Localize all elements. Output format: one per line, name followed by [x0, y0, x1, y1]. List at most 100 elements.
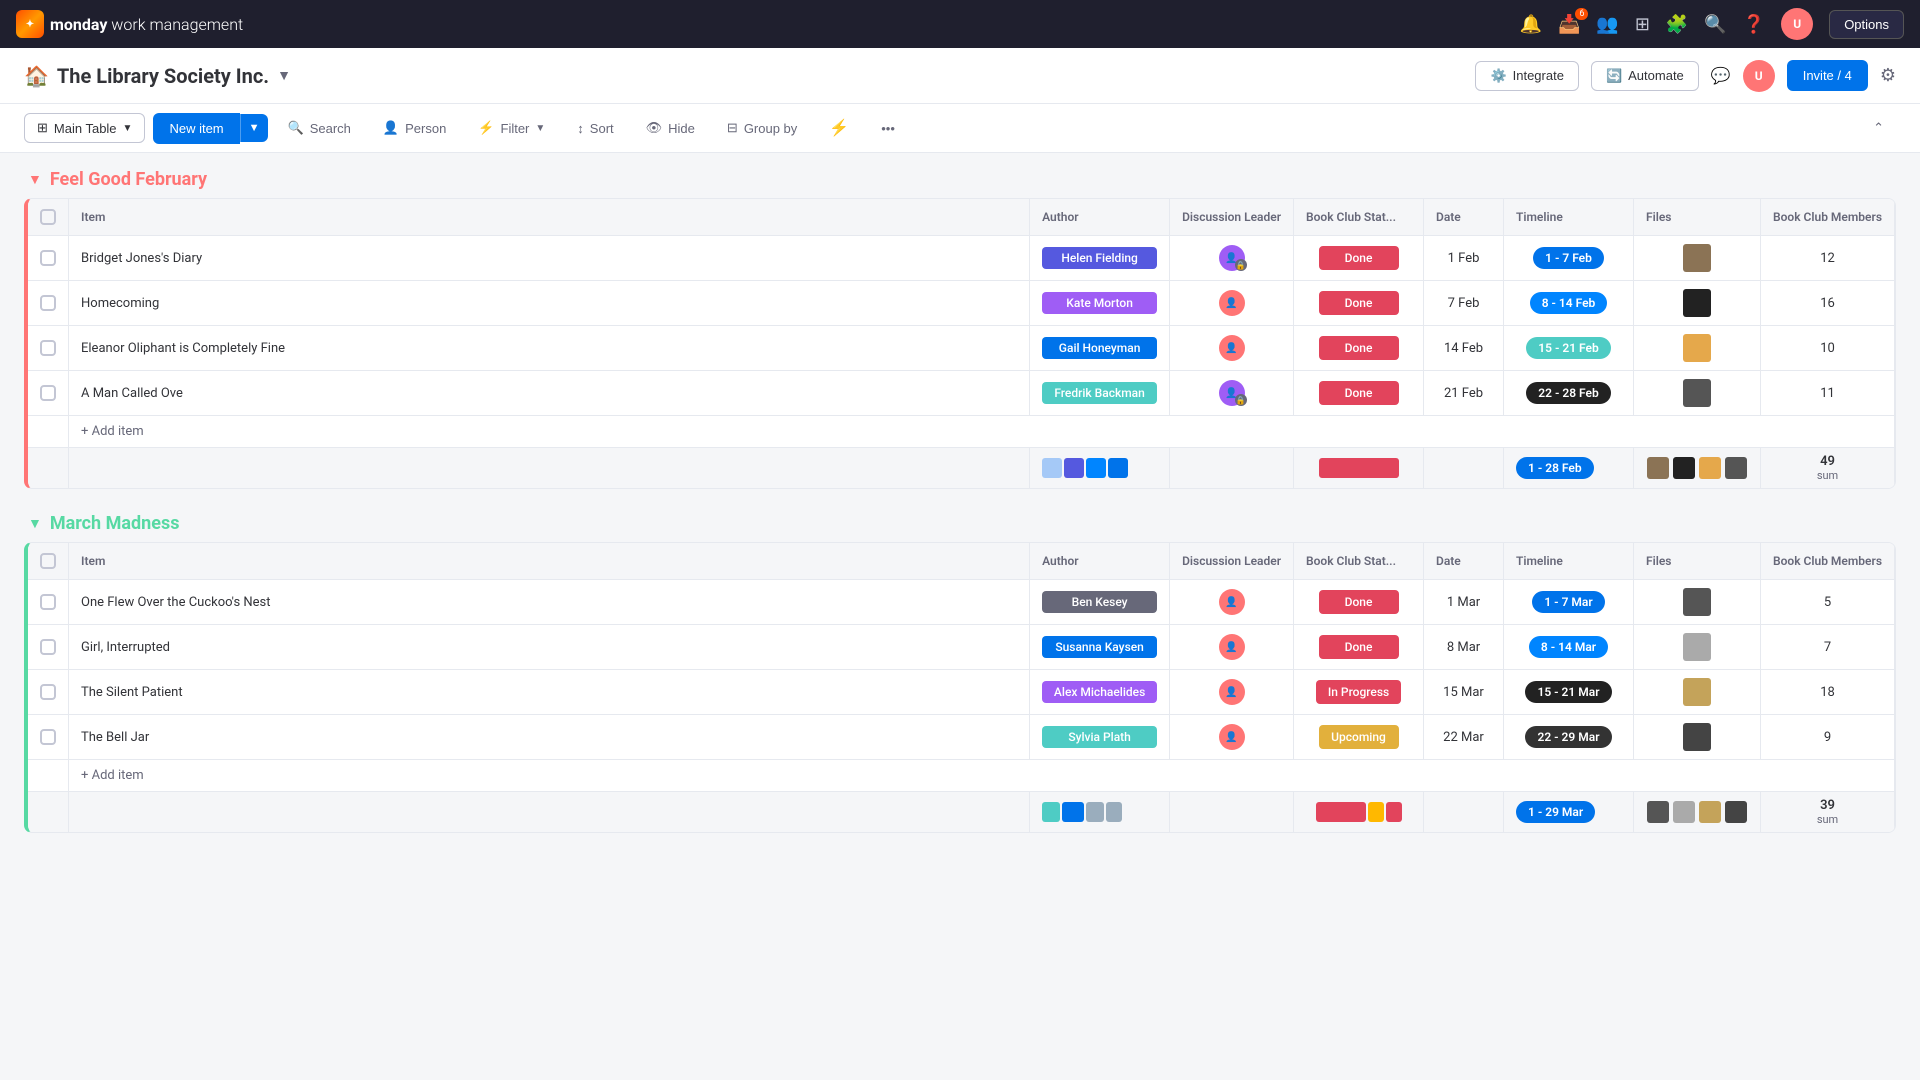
help-icon[interactable]: ❓ — [1743, 14, 1765, 35]
row-item[interactable]: Girl, Interrupted ⊕ — [69, 625, 1030, 670]
col-author-header[interactable]: Author — [1030, 199, 1170, 236]
row-timeline[interactable]: 22 - 29 Mar — [1504, 715, 1634, 760]
col-files-header-mar[interactable]: Files — [1634, 543, 1761, 580]
author-pill[interactable]: Sylvia Plath — [1042, 726, 1157, 748]
puzzle-icon[interactable]: 🧩 — [1666, 14, 1688, 35]
select-all-mar[interactable] — [40, 553, 56, 569]
file-thumbnail[interactable] — [1683, 244, 1711, 272]
search-icon[interactable]: 🔍 — [1704, 14, 1726, 35]
row-item[interactable]: Homecoming ⊕ — [69, 281, 1030, 326]
row-check[interactable] — [28, 236, 69, 281]
row-timeline[interactable]: 8 - 14 Feb — [1504, 281, 1634, 326]
col-item-header[interactable]: Item — [69, 199, 1030, 236]
notification-icon[interactable]: 🔔 — [1520, 14, 1542, 35]
col-author-header-mar[interactable]: Author — [1030, 543, 1170, 580]
col-files-header[interactable]: Files — [1634, 199, 1761, 236]
row-status[interactable]: Done — [1294, 371, 1424, 416]
row-item[interactable]: A Man Called Ove ⊕ — [69, 371, 1030, 416]
row-check[interactable] — [28, 281, 69, 326]
row-check[interactable] — [28, 371, 69, 416]
row-author[interactable]: Alex Michaelides — [1030, 670, 1170, 715]
timeline-pill[interactable]: 1 - 7 Feb — [1533, 247, 1604, 269]
row-check[interactable] — [28, 326, 69, 371]
file-thumbnail[interactable] — [1683, 334, 1711, 362]
people-icon[interactable]: 👥 — [1596, 14, 1618, 35]
main-table-button[interactable]: ⊞ Main Table ▼ — [24, 113, 145, 143]
options-button[interactable]: Options — [1829, 10, 1904, 39]
collapse-button[interactable]: ⌃ — [1861, 114, 1896, 142]
timeline-pill[interactable]: 15 - 21 Feb — [1526, 337, 1610, 359]
timeline-pill[interactable]: 1 - 7 Mar — [1532, 591, 1604, 613]
monday-logo[interactable]: ✦ monday work management — [16, 10, 243, 38]
inbox-icon[interactable]: 📥 6 — [1558, 14, 1580, 35]
row-status[interactable]: Upcoming — [1294, 715, 1424, 760]
status-pill[interactable]: Upcoming — [1319, 725, 1399, 749]
row-item[interactable]: One Flew Over the Cuckoo's Nest ⊕ — [69, 580, 1030, 625]
row-author[interactable]: Ben Kesey — [1030, 580, 1170, 625]
filter-button[interactable]: ⚡ Filter ▼ — [466, 114, 557, 142]
file-thumbnail[interactable] — [1683, 289, 1711, 317]
row-timeline[interactable]: 15 - 21 Mar — [1504, 670, 1634, 715]
row-author[interactable]: Sylvia Plath — [1030, 715, 1170, 760]
file-thumbnail[interactable] — [1683, 678, 1711, 706]
comment-icon[interactable]: 💬 — [1711, 66, 1731, 85]
row-author[interactable]: Kate Morton — [1030, 281, 1170, 326]
col-status-header[interactable]: Book Club Stat... — [1294, 199, 1424, 236]
row-item[interactable]: The Silent Patient ⊕ — [69, 670, 1030, 715]
leader-avatar[interactable]: 👤 — [1219, 679, 1245, 705]
file-thumbnail[interactable] — [1683, 633, 1711, 661]
timeline-pill[interactable]: 22 - 29 Mar — [1525, 726, 1611, 748]
col-status-header-mar[interactable]: Book Club Stat... — [1294, 543, 1424, 580]
row-item[interactable]: Eleanor Oliphant is Completely Fine ⊕ — [69, 326, 1030, 371]
select-all-feb[interactable] — [40, 209, 56, 225]
col-members-header[interactable]: Book Club Members — [1761, 199, 1895, 236]
group-february-collapse-icon[interactable]: ▼ — [28, 171, 42, 188]
file-thumbnail[interactable] — [1683, 723, 1711, 751]
row-author[interactable]: Helen Fielding — [1030, 236, 1170, 281]
row-item[interactable]: Bridget Jones's Diary ⊕ — [69, 236, 1030, 281]
row-timeline[interactable]: 8 - 14 Mar — [1504, 625, 1634, 670]
new-item-button[interactable]: New item — [153, 113, 239, 144]
automate-toolbar-button[interactable]: ⚡ — [817, 112, 861, 144]
add-item-label-mar[interactable]: + Add item — [69, 760, 1895, 792]
group-march-title[interactable]: March Madness — [50, 513, 180, 534]
row-timeline[interactable]: 1 - 7 Feb — [1504, 236, 1634, 281]
add-item-row-mar[interactable]: + Add item — [28, 760, 1895, 792]
search-button[interactable]: 🔍 Search — [276, 114, 363, 142]
author-pill[interactable]: Alex Michaelides — [1042, 681, 1157, 703]
timeline-summary-pill-mar[interactable]: 1 - 29 Mar — [1516, 801, 1595, 823]
add-item-row-feb[interactable]: + Add item — [28, 416, 1895, 448]
status-pill[interactable]: Done — [1319, 635, 1399, 659]
status-pill[interactable]: Done — [1319, 246, 1399, 270]
author-pill[interactable]: Susanna Kaysen — [1042, 636, 1157, 658]
col-members-header-mar[interactable]: Book Club Members — [1761, 543, 1895, 580]
status-pill[interactable]: Done — [1319, 291, 1399, 315]
add-item-label[interactable]: + Add item — [69, 416, 1895, 448]
author-pill[interactable]: Fredrik Backman — [1042, 382, 1157, 404]
timeline-pill[interactable]: 8 - 14 Mar — [1529, 636, 1608, 658]
row-author[interactable]: Susanna Kaysen — [1030, 625, 1170, 670]
leader-avatar[interactable]: 👤 — [1219, 634, 1245, 660]
row-author[interactable]: Gail Honeyman — [1030, 326, 1170, 371]
person-button[interactable]: 👤 Person — [371, 114, 458, 142]
leader-avatar[interactable]: 👤 — [1219, 724, 1245, 750]
col-timeline-header-mar[interactable]: Timeline — [1504, 543, 1634, 580]
workspace-title[interactable]: 🏠 The Library Society Inc. ▼ — [24, 64, 291, 88]
row-timeline[interactable]: 22 - 28 Feb — [1504, 371, 1634, 416]
row-status[interactable]: Done — [1294, 326, 1424, 371]
author-pill[interactable]: Kate Morton — [1042, 292, 1157, 314]
invite-button[interactable]: Invite / 4 — [1787, 60, 1868, 91]
leader-avatar[interactable]: 👤 — [1219, 335, 1245, 361]
automate-button[interactable]: 🔄 Automate — [1591, 61, 1699, 91]
user-avatar[interactable]: U — [1781, 8, 1813, 40]
author-pill[interactable]: Helen Fielding — [1042, 247, 1157, 269]
group-march-collapse-icon[interactable]: ▼ — [28, 515, 42, 532]
settings-icon[interactable]: ⚙ — [1880, 65, 1896, 86]
leader-avatar[interactable]: 👤 — [1219, 589, 1245, 615]
status-pill[interactable]: In Progress — [1316, 680, 1401, 704]
status-pill[interactable]: Done — [1319, 381, 1399, 405]
row-check[interactable] — [28, 625, 69, 670]
row-status[interactable]: Done — [1294, 580, 1424, 625]
row-status[interactable]: In Progress — [1294, 670, 1424, 715]
author-pill[interactable]: Ben Kesey — [1042, 591, 1157, 613]
